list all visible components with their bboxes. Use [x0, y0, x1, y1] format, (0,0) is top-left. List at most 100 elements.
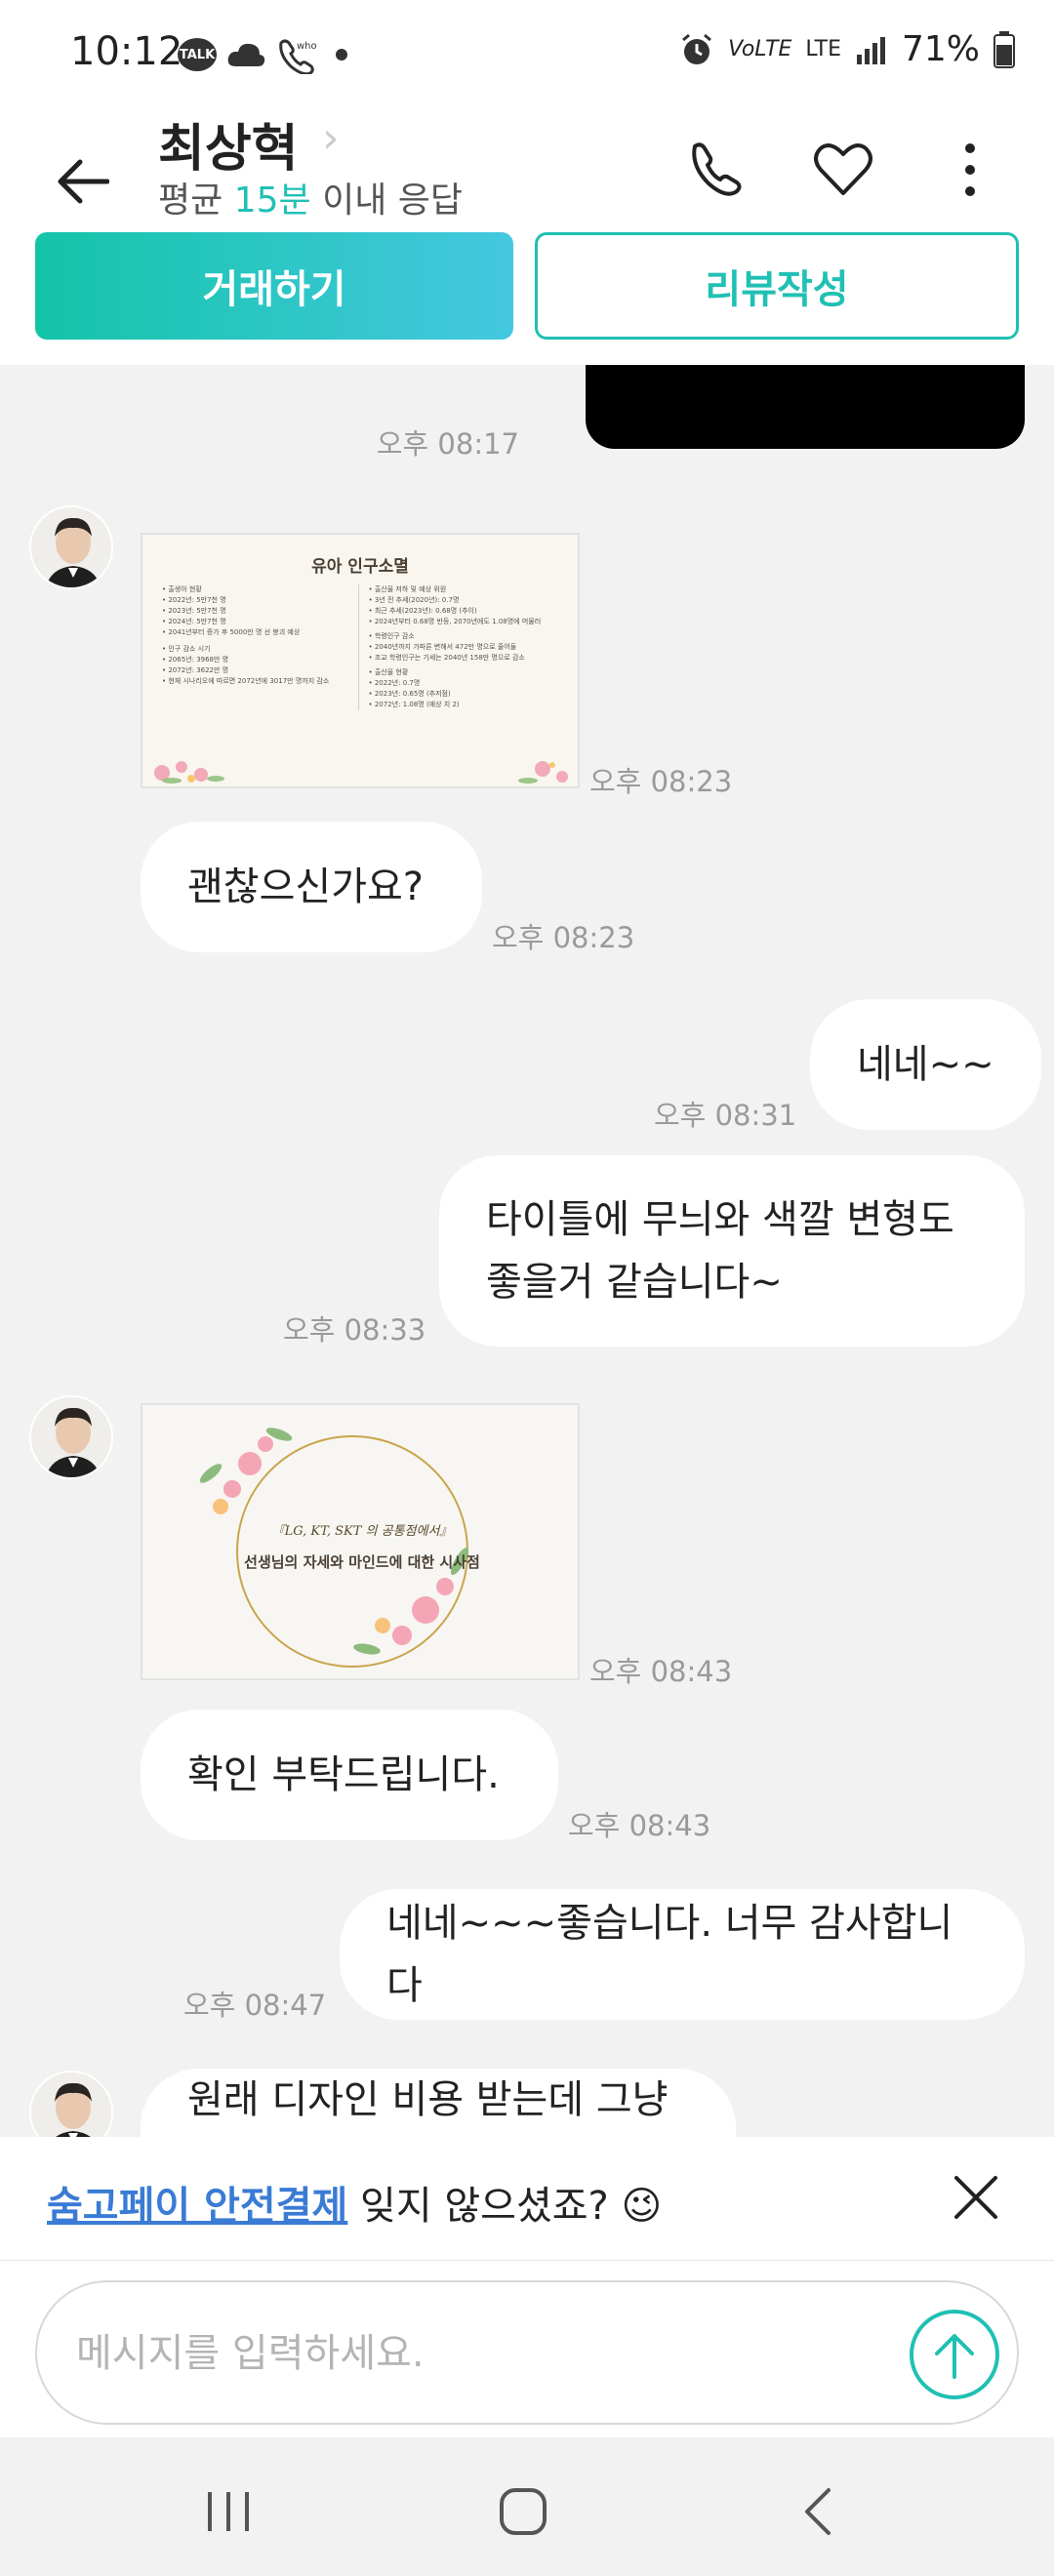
system-icons: VoLTE LTE 71% [679, 29, 1015, 69]
send-button[interactable] [910, 2310, 999, 2399]
image-title: 선생님의 자세와 마인드에 대한 시사점 [244, 1553, 480, 1571]
message-time: 오후 08:17 [376, 427, 519, 461]
more-vertical-icon [965, 143, 975, 196]
home-button[interactable] [484, 2473, 562, 2551]
message-time: 오후 08:43 [589, 1655, 733, 1688]
status-time: 10:12 [70, 29, 183, 74]
image-subtitle: 『LG, KT, SKT 의 공통점에서』 [271, 1524, 453, 1539]
system-back-button[interactable] [779, 2473, 857, 2551]
arrow-left-icon [58, 159, 109, 204]
sent-message-bubble[interactable]: 네네~~ [810, 999, 1041, 1130]
message-text-line: 좋을거 같습니다~ [486, 1260, 783, 1305]
image-message[interactable]: 『LG, KT, SKT 의 공통점에서』 선생님의 자세와 마인드에 대한 시… [141, 1403, 580, 1680]
sent-message-bubble[interactable]: 네네~~~좋습니다. 너무 감사합니다 [340, 1889, 1025, 2020]
home-icon [500, 2488, 547, 2535]
image-text-line: • 2022년: 5만7천 명 [162, 596, 226, 604]
response-time-value: 15분 [233, 181, 311, 221]
favorite-button[interactable] [804, 131, 882, 209]
back-button[interactable] [47, 146, 117, 217]
message-input-container [35, 2280, 1019, 2425]
message-time: 오후 08:47 [183, 1989, 327, 2022]
message-text-line: 타이틀에 무늬와 색깔 변형도 [486, 1197, 954, 1242]
image-text-line: • 인구 감소 시기 [162, 645, 211, 653]
battery-icon [993, 30, 1015, 68]
cloud-icon [227, 43, 265, 66]
image-left-column: • 출생아 현황 • 2022년: 5만7천 명 • 2023년: 5만7천 명… [162, 584, 359, 710]
image-text-line: • 2065년: 3968만 명 [162, 656, 229, 664]
profile-photo-icon [31, 1397, 111, 1477]
lte-icon: LTE [805, 37, 841, 61]
call-button[interactable] [675, 131, 753, 209]
profile-photo-icon [31, 507, 111, 587]
banner-text: 숨고페이 안전결제 잊지 않으셨죠? 😉 [47, 2174, 662, 2231]
image-text-line: • 2072년: 3622만 명 [162, 666, 229, 674]
heart-icon [814, 143, 872, 195]
avatar[interactable] [29, 1395, 113, 1479]
close-icon [954, 2176, 997, 2219]
received-message-bubble[interactable]: 확인 부탁드립니다. [141, 1710, 558, 1840]
sent-message-bubble[interactable]: 타이틀에 무늬와 색깔 변형도 좋을거 같습니다~ [439, 1155, 1025, 1347]
image-text-line: • 2040년까지 가파른 변해서 472만 명으로 줄어들 [368, 643, 517, 651]
image-text-line: • 2041년부터 증가 후 5000만 명 선 붕괴 예상 [162, 628, 301, 636]
message-input[interactable] [76, 2321, 886, 2386]
flower-decoration-icon [154, 761, 568, 784]
phone-icon [692, 142, 742, 196]
system-nav-bar [0, 2437, 1054, 2576]
write-review-button[interactable]: 리뷰작성 [535, 232, 1019, 340]
received-message-bubble[interactable]: 원래 디자인 비용 받는데 그냥 [141, 2069, 736, 2137]
arrow-up-icon [935, 2334, 974, 2379]
image-text-line: • 2023년: 0.65명 (추저점) [368, 690, 451, 698]
image-text-line: • 조교 학령인구는 기세는 2040년 158만 명으로 감소 [368, 654, 525, 662]
response-suffix: 이내 응답 [310, 181, 463, 221]
chat-messages[interactable]: 오후 08:17 유아 인구소멸 • 출생아 현황 • 2022년: 5만7천 … [0, 365, 1054, 2137]
status-bar: 10:12 TALK who VoLTE LTE 71% [0, 0, 1054, 107]
chat-header: 최상혁 › 평균 15분 이내 응답 거래하기 리뷰작성 [0, 107, 1054, 365]
kakaotalk-icon: TALK [178, 38, 217, 71]
safe-pay-link[interactable]: 숨고페이 안전결제 [47, 2184, 347, 2229]
image-text-line: • 2024년: 5만7천 명 [162, 618, 226, 625]
image-right-column: • 출산율 저하 및 예상 위원 • 3년 전 추세(2020년): 0.7명 … [369, 584, 559, 710]
chevron-left-icon [805, 2488, 831, 2535]
image-text-line: • 2024년부터 0.68명 반등, 2070년에도 1.08명에 머물러 [368, 618, 542, 625]
notification-icons: TALK who [178, 35, 347, 74]
alarm-icon [682, 33, 712, 64]
response-time-label: 평균 15분 이내 응답 [158, 172, 463, 222]
close-banner-button[interactable] [945, 2166, 1007, 2229]
message-input-bar [0, 2260, 1054, 2437]
hidden-image-message[interactable] [586, 365, 1025, 449]
volte-icon: VoLTE [728, 37, 792, 61]
avatar[interactable] [29, 2071, 113, 2137]
image-text-line: • 2022년: 0.7명 [368, 679, 421, 687]
battery-percent: 71% [901, 29, 980, 69]
deal-button[interactable]: 거래하기 [35, 232, 513, 340]
message-time: 오후 08:33 [283, 1313, 426, 1347]
partner-name[interactable]: 최상혁 [158, 107, 299, 181]
chevron-right-icon[interactable]: › [322, 113, 340, 163]
svg-text:who: who [297, 41, 317, 52]
signal-icon [856, 36, 885, 64]
recent-apps-icon [208, 2492, 249, 2531]
message-time: 오후 08:31 [654, 1099, 797, 1132]
image-text-line: • 출생아 현황 [162, 585, 202, 593]
image-text-line: • 3년 전 추세(2020년): 0.7명 [368, 596, 460, 604]
received-message-bubble[interactable]: 괜찮으신가요? [141, 822, 482, 952]
recent-apps-button[interactable] [189, 2473, 267, 2551]
image-text-line: • 출산율 현황 [368, 668, 409, 676]
wreath-decoration-icon [199, 1428, 469, 1668]
profile-photo-icon [31, 2073, 111, 2137]
image-text-line: • 2023년: 5만7천 명 [162, 607, 226, 615]
message-time: 오후 08:23 [589, 765, 733, 798]
image-text-line: • 출산율 저하 및 예상 위원 [368, 585, 447, 593]
message-time: 오후 08:23 [492, 921, 635, 954]
whowho-call-icon: who [279, 39, 317, 74]
image-text-line: • 현재 시나리오에 따르면 2072년에 3017만 명까지 감소 [162, 677, 330, 685]
image-text-line: • 2072년: 1.08명 (예상 치 2) [368, 701, 460, 708]
avatar[interactable] [29, 505, 113, 589]
banner-message: 잊지 않으셨죠? 😉 [347, 2184, 663, 2229]
image-message[interactable]: 유아 인구소멸 • 출생아 현황 • 2022년: 5만7천 명 • 2023년… [141, 533, 580, 788]
image-title: 유아 인구소멸 [311, 557, 409, 577]
safe-pay-banner: 숨고페이 안전결제 잊지 않으셨죠? 😉 [0, 2137, 1054, 2260]
more-notifications-dot [336, 49, 347, 60]
image-text-line: • 학령인구 감소 [368, 632, 415, 640]
more-options-button[interactable] [931, 131, 1009, 209]
